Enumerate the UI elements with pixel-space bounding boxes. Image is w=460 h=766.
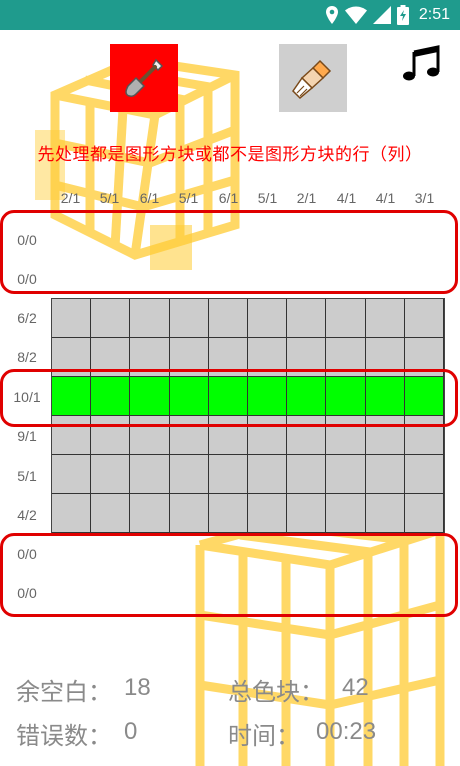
column-clue: 5/1 xyxy=(99,190,120,206)
grid-cell[interactable] xyxy=(52,494,92,533)
grid-row-clue: 6/2 xyxy=(17,310,37,326)
wifi-icon xyxy=(344,6,367,24)
grid-cell[interactable] xyxy=(326,455,366,494)
grid-cell[interactable] xyxy=(287,455,327,494)
brush-icon xyxy=(292,59,332,100)
total-blocks-label: 总色块： xyxy=(228,678,324,706)
grid-cell[interactable] xyxy=(365,455,405,494)
grid-row-clue: 4/2 xyxy=(17,507,37,523)
grid-cell[interactable] xyxy=(287,494,327,533)
grid-cell[interactable] xyxy=(130,455,170,494)
grid-cell[interactable] xyxy=(248,455,288,494)
grid-cell[interactable] xyxy=(208,299,248,338)
highlight-filled-row xyxy=(0,369,458,427)
error-count-label: 错误数： xyxy=(16,722,112,750)
blank-remaining-value: 18 xyxy=(124,674,151,701)
grid-cell[interactable] xyxy=(169,299,209,338)
grid-cell[interactable] xyxy=(130,494,170,533)
grid-cell[interactable] xyxy=(52,299,92,338)
grid-cell[interactable] xyxy=(326,494,366,533)
column-clue: 4/1 xyxy=(375,190,396,206)
grid-cell[interactable] xyxy=(91,455,131,494)
highlight-bottom-rows xyxy=(0,533,458,617)
grid-cell[interactable] xyxy=(208,494,248,533)
clock: 2:51 xyxy=(418,6,450,23)
timer-value: 00:23 xyxy=(316,718,377,745)
total-blocks-value: 42 xyxy=(342,674,369,701)
location-icon xyxy=(325,6,338,24)
battery-icon xyxy=(396,5,409,25)
grid-row-clue: 8/2 xyxy=(17,349,37,365)
grid-cell[interactable] xyxy=(404,299,444,338)
shovel-tool-button[interactable] xyxy=(110,44,178,112)
status-bar: 2:51 xyxy=(0,0,460,30)
blank-remaining-label: 余空白： xyxy=(16,678,112,706)
music-toggle-icon[interactable] xyxy=(402,44,444,84)
highlight-top-rows xyxy=(0,210,458,294)
grid-cell[interactable] xyxy=(326,299,366,338)
signal-icon xyxy=(372,6,391,24)
brush-tool-button[interactable] xyxy=(279,44,347,112)
column-clue: 3/1 xyxy=(414,190,435,206)
grid-cell[interactable] xyxy=(91,494,131,533)
grid-cell[interactable] xyxy=(169,455,209,494)
grid-row-clue: 5/1 xyxy=(17,468,37,484)
column-clue: 5/1 xyxy=(257,190,278,206)
error-count-value: 0 xyxy=(124,718,138,745)
hint-text: 先处理都是图形方块或都不是图形方块的行（列） xyxy=(37,145,423,165)
grid-cell[interactable] xyxy=(169,494,209,533)
grid-cell[interactable] xyxy=(404,494,444,533)
timer-label: 时间： xyxy=(228,722,300,750)
column-clue: 6/1 xyxy=(218,190,239,206)
grid-cell[interactable] xyxy=(91,299,131,338)
grid-cell[interactable] xyxy=(365,494,405,533)
grid-cell[interactable] xyxy=(248,299,288,338)
column-clue: 5/1 xyxy=(178,190,199,206)
grid-row-clue: 9/1 xyxy=(17,428,37,444)
grid-cell[interactable] xyxy=(248,494,288,533)
grid-cell[interactable] xyxy=(130,299,170,338)
grid-cell[interactable] xyxy=(404,455,444,494)
column-clue: 2/1 xyxy=(60,190,81,206)
shovel-icon xyxy=(125,58,164,97)
column-clue: 2/1 xyxy=(296,190,317,206)
column-clue: 4/1 xyxy=(336,190,357,206)
column-clue: 6/1 xyxy=(139,190,160,206)
grid-cell[interactable] xyxy=(52,455,92,494)
grid-cell[interactable] xyxy=(287,299,327,338)
grid-cell[interactable] xyxy=(365,299,405,338)
grid-cell[interactable] xyxy=(208,455,248,494)
